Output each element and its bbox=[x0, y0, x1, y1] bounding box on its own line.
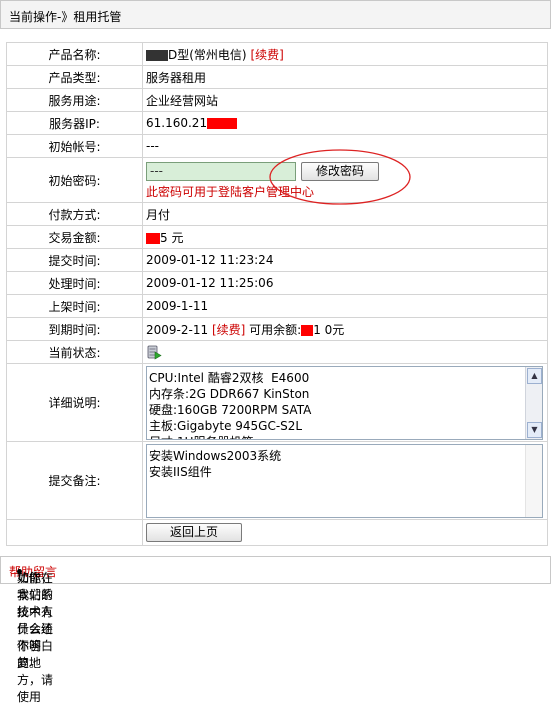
redaction-block bbox=[146, 49, 168, 61]
init-account-label: 初始帐号: bbox=[6, 134, 143, 158]
remarks-textarea[interactable]: 安装Windows2003系统 安装IIS组件 bbox=[146, 444, 543, 518]
footer-text: 如你在本站系统中有什么还不明白的地方，请使用 帮助留言 功能，我们的技术人员会给你答… bbox=[9, 563, 57, 704]
redaction-block bbox=[301, 324, 314, 336]
init-password-label: 初始密码: bbox=[6, 157, 143, 203]
balance-value: 1 0元 bbox=[313, 322, 345, 337]
status-label: 当前状态: bbox=[6, 340, 143, 364]
product-type-label: 产品类型: bbox=[6, 65, 143, 89]
redaction-block bbox=[207, 118, 238, 129]
purpose-label: 服务用途: bbox=[6, 88, 143, 112]
server-ip-cell: 61.160.21 bbox=[142, 111, 548, 135]
details-textarea[interactable]: CPU:Intel 酷睿2双核 E4600 内存条:2G DDR667 KinS… bbox=[146, 366, 543, 440]
expire-label: 到期时间: bbox=[6, 317, 143, 341]
server-status-icon bbox=[147, 345, 162, 360]
details-cell: CPU:Intel 酷睿2双核 E4600 内存条:2G DDR667 KinS… bbox=[142, 363, 548, 442]
process-time-label: 处理时间: bbox=[6, 271, 143, 295]
process-time-value: 2009-01-12 11:25:06 bbox=[142, 271, 548, 295]
amount-cell: 5 元 bbox=[142, 225, 548, 249]
payment-label: 付款方式: bbox=[6, 202, 143, 226]
details-label: 详细说明: bbox=[6, 363, 143, 442]
expire-cell: 2009-2-11 [续费] 可用余额: 1 0元 bbox=[142, 317, 548, 341]
product-type-value: 服务器租用 bbox=[142, 65, 548, 89]
remarks-label: 提交备注: bbox=[6, 441, 143, 520]
breadcrumb-bar: 当前操作-》租用托管 bbox=[0, 0, 551, 29]
breadcrumb: 当前操作-》租用托管 bbox=[9, 10, 122, 24]
server-ip-label: 服务器IP: bbox=[6, 111, 143, 135]
remarks-text: 安装Windows2003系统 安装IIS组件 bbox=[149, 449, 282, 479]
help-footer: 如你在本站系统中有什么还不明白的地方，请使用 帮助留言 功能，我们的技术人员会给你答… bbox=[0, 556, 551, 704]
balance-label: 可用余额: bbox=[249, 322, 302, 337]
product-name-label: 产品名称: bbox=[6, 42, 143, 66]
amount-value: 5 元 bbox=[160, 230, 184, 245]
server-ip-value: 61.160.21 bbox=[146, 116, 208, 130]
amount-label: 交易金额: bbox=[6, 225, 143, 249]
order-detail-table: 产品名称: D型(常州电信) [续费] 产品类型: 服务器租用 服务用途: 企业… bbox=[6, 42, 548, 546]
footer-post: 功能，我们的技术人员会给你答复。 bbox=[17, 571, 54, 670]
remarks-cell: 安装Windows2003系统 安装IIS组件 bbox=[142, 441, 548, 520]
renew-link[interactable]: [续费] bbox=[212, 323, 245, 337]
details-scrollbar[interactable]: ▲ ▼ bbox=[525, 367, 542, 439]
expire-value: 2009-2-11 bbox=[146, 322, 209, 337]
redaction-block bbox=[146, 232, 160, 244]
submit-time-value: 2009-01-12 11:23:24 bbox=[142, 248, 548, 272]
renew-link[interactable]: [续费] bbox=[250, 48, 283, 62]
back-button[interactable]: 返回上页 bbox=[146, 523, 242, 542]
status-cell bbox=[142, 340, 548, 364]
submit-time-label: 提交时间: bbox=[6, 248, 143, 272]
scroll-down-icon[interactable]: ▼ bbox=[527, 422, 542, 438]
annotation-circle bbox=[269, 148, 411, 205]
online-time-value: 2009-1-11 bbox=[142, 294, 548, 318]
init-password-cell: --- 修改密码 此密码可用于登陆客户管理中心 bbox=[142, 148, 548, 205]
product-name-value: D型(常州电信) bbox=[168, 47, 247, 62]
remarks-scrollbar[interactable] bbox=[525, 445, 542, 517]
details-text: CPU:Intel 酷睿2双核 E4600 内存条:2G DDR667 KinS… bbox=[149, 371, 312, 439]
back-button-cell: 返回上页 bbox=[142, 519, 548, 546]
online-time-label: 上架时间: bbox=[6, 294, 143, 318]
product-name-cell: D型(常州电信) [续费] bbox=[142, 42, 548, 66]
scroll-up-icon[interactable]: ▲ bbox=[527, 368, 542, 384]
empty-label-cell bbox=[6, 519, 143, 546]
purpose-value: 企业经营网站 bbox=[142, 88, 548, 112]
